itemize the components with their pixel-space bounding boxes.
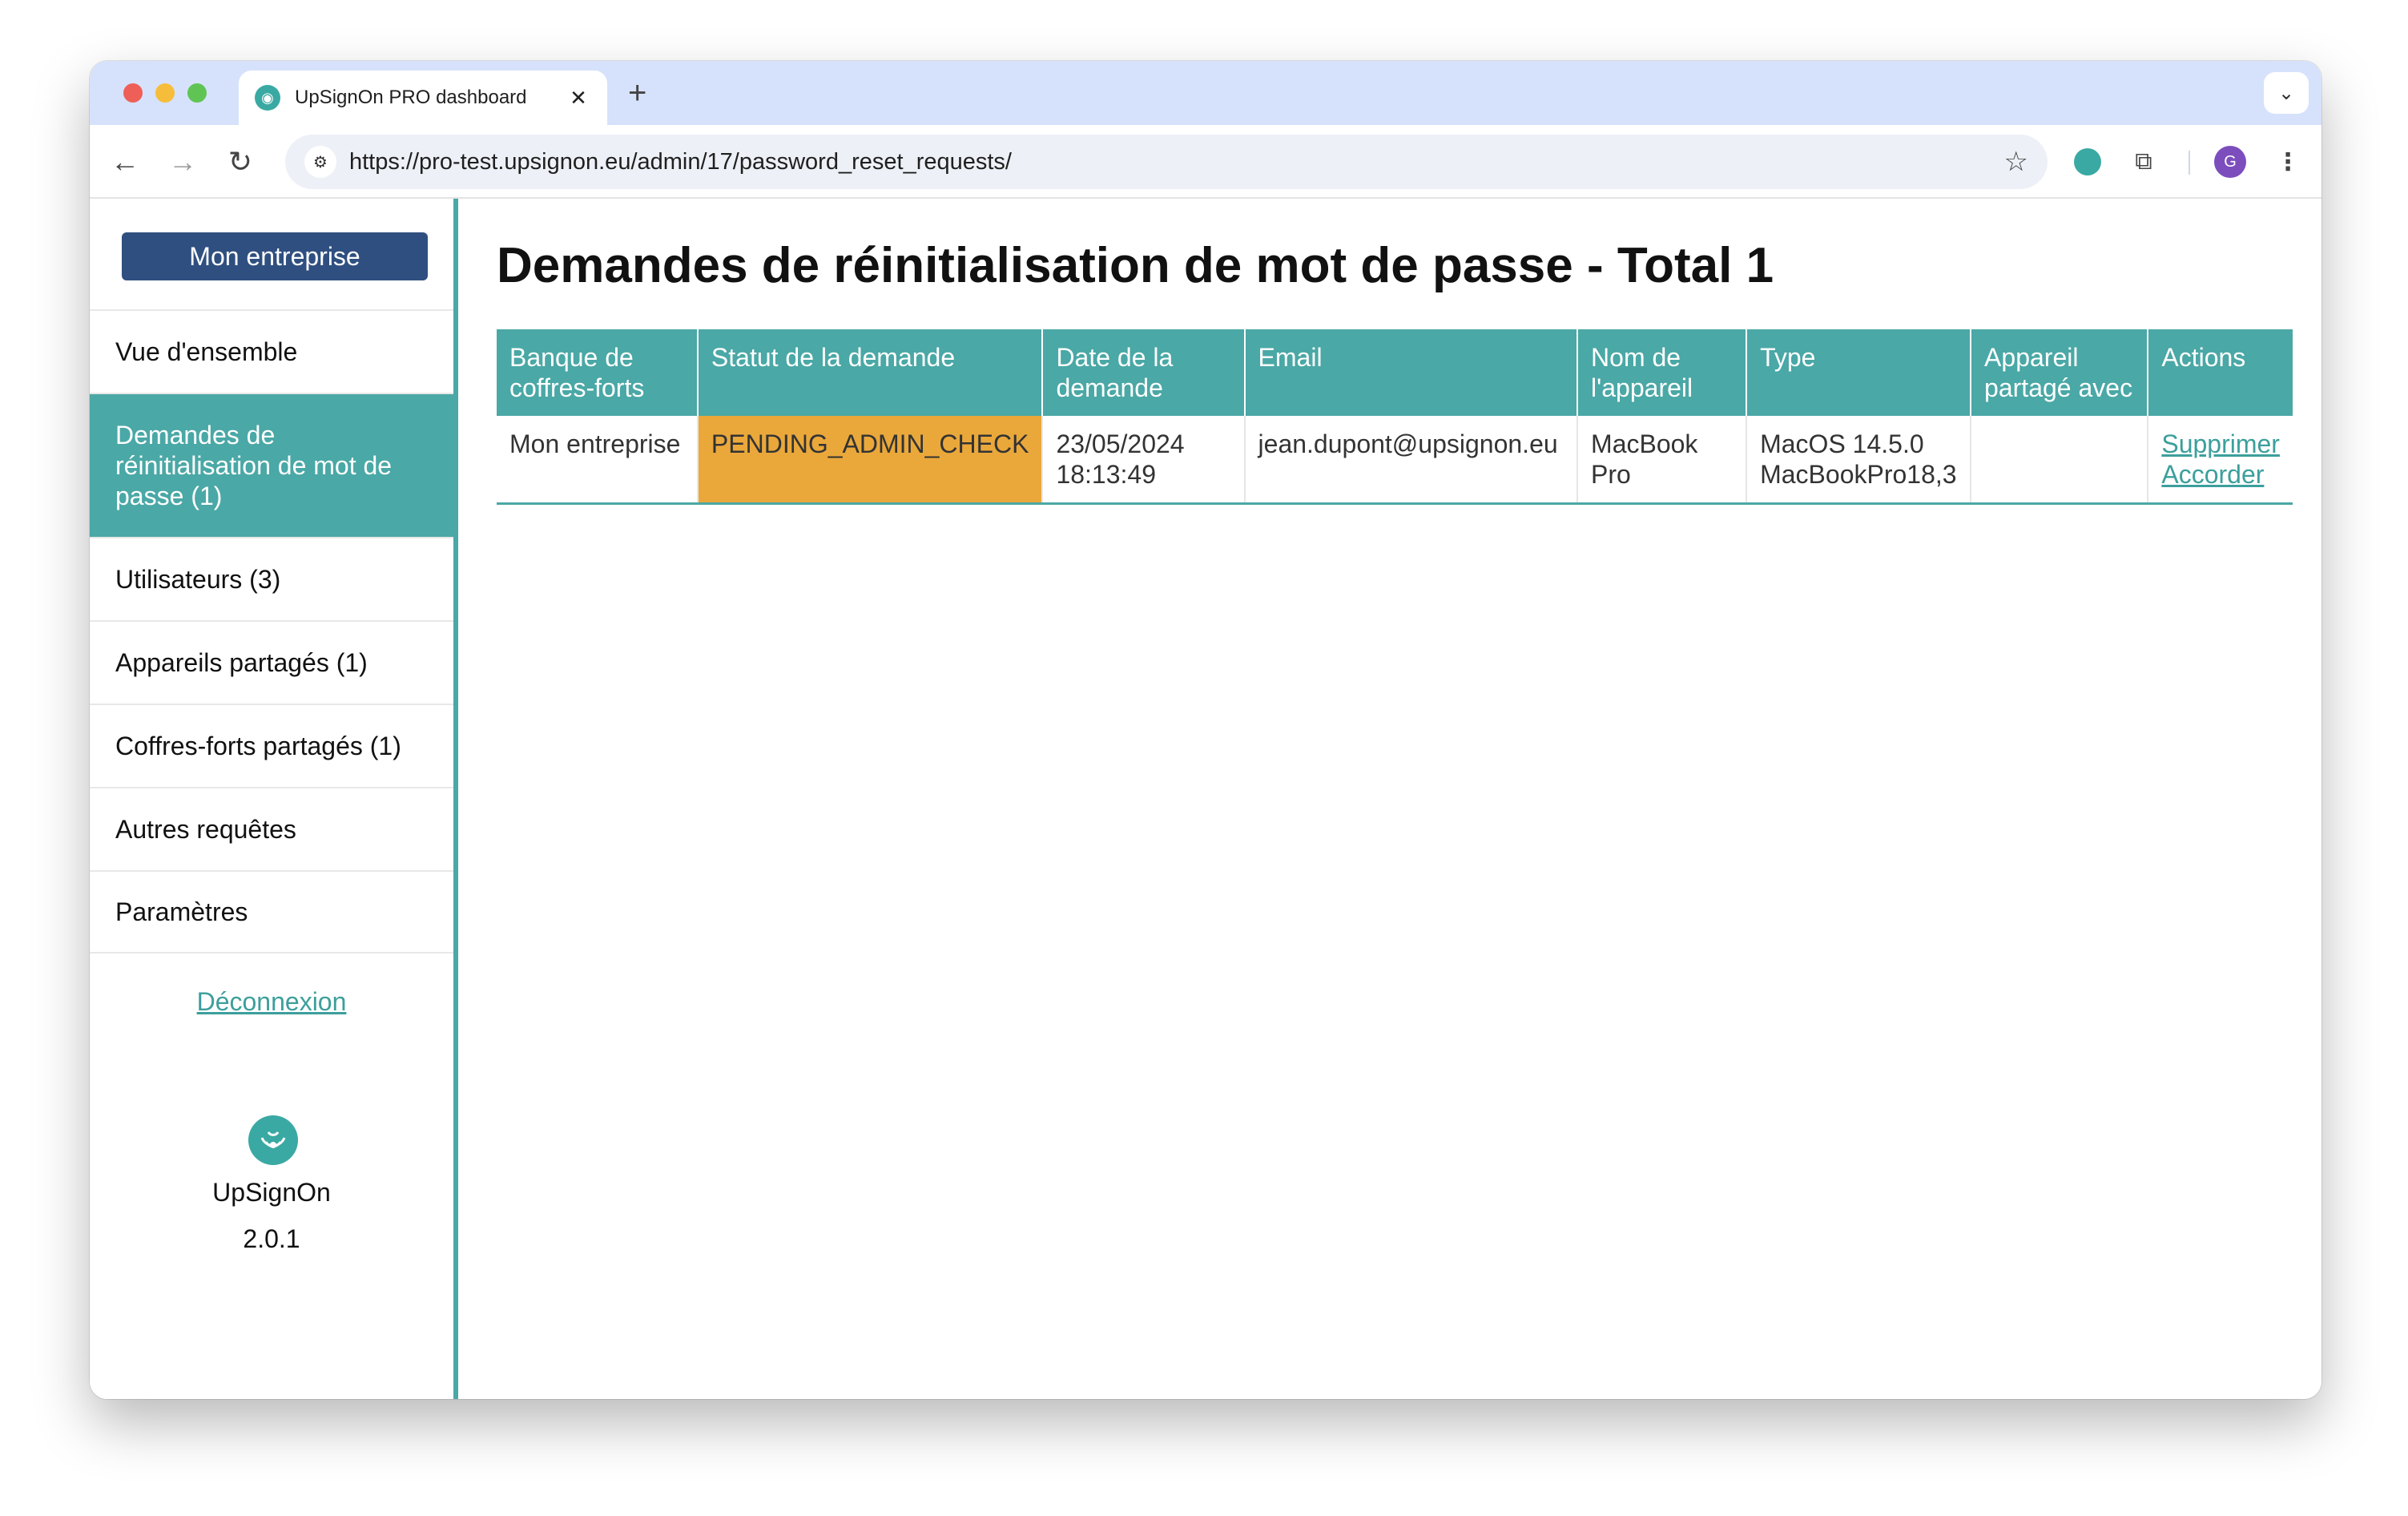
sidebar-item-password-reset-requests[interactable]: Demandes de réinitialisation de mot de p… — [90, 393, 453, 537]
sidebar: Mon entreprise Vue d'ensemble Demandes d… — [90, 199, 458, 1399]
column-header-device-name: Nom de l'appareil — [1576, 329, 1747, 416]
close-tab-icon[interactable]: ✕ — [566, 86, 591, 111]
main-content: Demandes de réinitialisation de mot de p… — [497, 199, 2299, 505]
cell-date: 23/05/2024 18:13:49 — [1041, 416, 1245, 505]
logout-link[interactable]: Déconnexion — [90, 987, 453, 1017]
column-header-shared-with: Appareil partagé avec — [1970, 329, 2148, 416]
sidebar-item-settings[interactable]: Paramètres — [90, 870, 453, 954]
cell-shared-with — [1970, 416, 2148, 505]
back-arrow-icon[interactable]: ← — [106, 143, 144, 181]
tab-strip: ◉ UpSignOn PRO dashboard ✕ + ⌄ — [90, 61, 2321, 125]
app-version: 2.0.1 — [243, 1224, 300, 1253]
extensions-puzzle-icon[interactable]: ⧉ — [2128, 146, 2160, 178]
forward-arrow-icon[interactable]: → — [163, 143, 202, 181]
cell-type: MacOS 14.5.0 MacBookPro18,3 — [1746, 416, 1971, 505]
cell-actions: Supprimer Accorder — [2147, 416, 2293, 505]
column-header-type: Type — [1746, 329, 1971, 416]
address-bar[interactable]: ⚙ https://pro-test.upsignon.eu/admin/17/… — [285, 135, 2048, 189]
browser-toolbar: ← → ↻ ⚙ https://pro-test.upsignon.eu/adm… — [90, 125, 2321, 199]
tab-search-chevron-icon[interactable]: ⌄ — [2264, 72, 2309, 114]
request-date: 23/05/2024 — [1056, 429, 1185, 458]
column-header-bank: Banque de coffres-forts — [497, 329, 698, 416]
upsignon-extension-icon[interactable] — [2072, 146, 2104, 178]
column-header-actions: Actions — [2147, 329, 2293, 416]
tab-title: UpSignOn PRO dashboard — [295, 87, 527, 108]
browser-tab[interactable]: ◉ UpSignOn PRO dashboard ✕ — [239, 71, 607, 125]
table-row: Mon entreprise PENDING_ADMIN_CHECK 23/05… — [497, 416, 2293, 505]
column-header-date: Date de la demande — [1041, 329, 1245, 416]
cell-bank: Mon entreprise — [497, 416, 698, 505]
toolbar-divider — [2189, 151, 2190, 175]
org-selector-button[interactable]: Mon entreprise — [122, 232, 428, 280]
profile-avatar[interactable]: G — [2214, 146, 2246, 178]
page-title: Demandes de réinitialisation de mot de p… — [497, 238, 1774, 293]
table-header-row: Banque de coffres-forts Statut de la dem… — [497, 329, 2293, 416]
new-tab-icon[interactable]: + — [628, 75, 646, 111]
delete-request-link[interactable]: Supprimer — [2161, 429, 2280, 459]
bookmark-star-icon[interactable]: ☆ — [2004, 146, 2028, 178]
requests-table: Banque de coffres-forts Statut de la dem… — [497, 329, 2293, 505]
browser-window: ◉ UpSignOn PRO dashboard ✕ + ⌄ ← → ↻ ⚙ h… — [90, 61, 2321, 1399]
browser-menu-kebab-icon[interactable]: ⋮ — [2272, 146, 2304, 178]
grant-request-link[interactable]: Accorder — [2161, 459, 2280, 490]
upsignon-favicon-icon: ◉ — [255, 85, 280, 111]
sidebar-item-shared-devices[interactable]: Appareils partagés (1) — [90, 620, 453, 704]
maximize-window-button[interactable] — [187, 83, 207, 103]
device-os: MacOS 14.5.0 — [1760, 429, 1924, 458]
reload-icon[interactable]: ↻ — [221, 143, 260, 181]
device-model: MacBookPro18,3 — [1760, 460, 1957, 489]
cell-email: jean.dupont@upsignon.eu — [1243, 416, 1578, 505]
column-header-email: Email — [1243, 329, 1578, 416]
sidebar-item-other-requests[interactable]: Autres requêtes — [90, 787, 453, 870]
url-text[interactable]: https://pro-test.upsignon.eu/admin/17/pa… — [349, 149, 2004, 175]
status-badge: PENDING_ADMIN_CHECK — [696, 416, 1043, 505]
upsignon-logo-icon — [248, 1115, 298, 1165]
column-header-status: Statut de la demande — [696, 329, 1043, 416]
brand-name: UpSignOn — [212, 1178, 331, 1207]
sidebar-menu: Vue d'ensemble Demandes de réinitialisat… — [90, 309, 453, 954]
request-time: 18:13:49 — [1056, 460, 1156, 489]
sidebar-item-users[interactable]: Utilisateurs (3) — [90, 537, 453, 620]
sidebar-item-shared-vaults[interactable]: Coffres-forts partagés (1) — [90, 704, 453, 787]
sidebar-item-overview[interactable]: Vue d'ensemble — [90, 309, 453, 393]
close-window-button[interactable] — [123, 83, 143, 103]
minimize-window-button[interactable] — [155, 83, 175, 103]
cell-device-name: MacBook Pro — [1576, 416, 1747, 505]
site-settings-icon[interactable]: ⚙ — [304, 146, 336, 178]
page-content: Mon entreprise Vue d'ensemble Demandes d… — [90, 199, 2321, 1399]
